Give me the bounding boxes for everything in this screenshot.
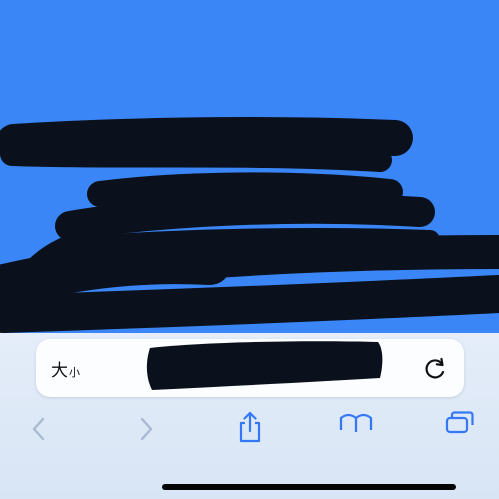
share-icon[interactable] xyxy=(234,410,266,444)
reload-icon[interactable] xyxy=(422,355,448,381)
browser-screen: 大 小 xyxy=(0,0,499,499)
home-indicator xyxy=(162,484,456,490)
tabs-icon[interactable] xyxy=(445,410,475,434)
redaction-scribble xyxy=(0,117,499,333)
url-redaction xyxy=(146,341,383,390)
chevron-right-icon[interactable] xyxy=(132,414,162,444)
text-size-large-label: 大 xyxy=(51,361,68,381)
text-size-small-label: 小 xyxy=(69,366,80,379)
chevron-left-icon[interactable] xyxy=(24,414,54,444)
web-page-content[interactable] xyxy=(0,0,499,333)
book-icon[interactable] xyxy=(338,410,374,434)
text-size-button[interactable]: 大 小 xyxy=(51,357,91,381)
